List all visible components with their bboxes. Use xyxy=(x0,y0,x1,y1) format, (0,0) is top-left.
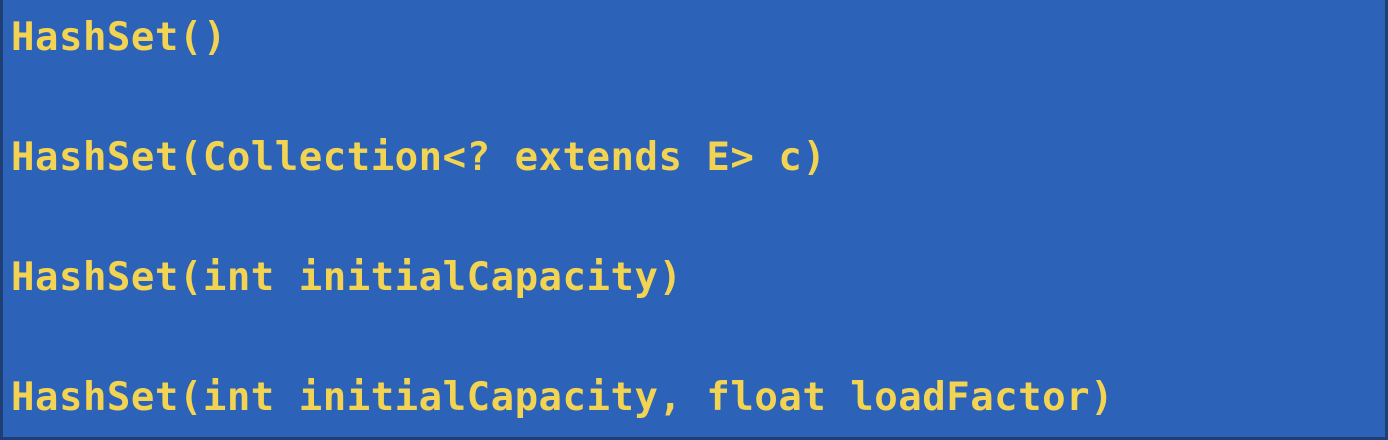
constructor-line: HashSet(int initialCapacity, float loadF… xyxy=(11,375,1115,420)
constructor-line: HashSet(Collection<? extends E> c) xyxy=(11,135,827,180)
constructor-list: HashSet() HashSet(Collection<? extends E… xyxy=(0,0,1388,440)
constructor-line: HashSet(int initialCapacity) xyxy=(11,255,683,300)
constructor-line: HashSet() xyxy=(11,15,227,60)
